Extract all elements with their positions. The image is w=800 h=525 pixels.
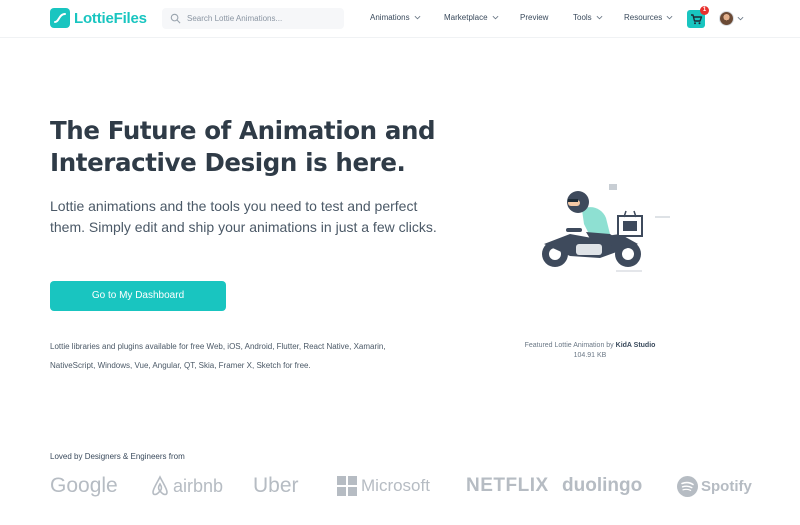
featured-animation-motorcycle-illustration[interactable] [530, 178, 680, 278]
chevron-down-icon [596, 15, 603, 20]
menu-label: Animations [370, 13, 410, 22]
hero-title-line-2: Interactive Design is here. [50, 148, 406, 177]
uber-logo: Uber [253, 474, 299, 498]
airbnb-logo: airbnb [150, 474, 223, 498]
netflix-logo: NETFLIX [466, 474, 549, 498]
google-logo: Google [50, 474, 118, 498]
search-bar[interactable] [162, 8, 344, 29]
search-input[interactable] [187, 14, 337, 23]
featured-file-size: 104.91 KB [573, 352, 607, 359]
menu-resources[interactable]: Resources [624, 13, 673, 22]
lottiefiles-logo-icon [50, 8, 70, 28]
menu-label: Tools [573, 13, 592, 22]
chevron-down-icon [492, 15, 499, 20]
menu-label: Preview [520, 13, 549, 22]
microsoft-logo: Microsoft [337, 474, 430, 498]
menu-tools[interactable]: Tools [573, 13, 603, 22]
dashboard-button[interactable]: Go to My Dashboard [50, 281, 226, 311]
menu-marketplace[interactable]: Marketplace [444, 13, 499, 22]
airbnb-logo-text: airbnb [173, 475, 224, 496]
lottiefiles-logo[interactable]: LottieFiles [50, 8, 147, 28]
menu-preview[interactable]: Preview [520, 13, 548, 22]
logo-text: LottieFiles [74, 9, 147, 27]
spotify-mark-icon [677, 475, 698, 497]
netflix-logo-text: NETFLIX [466, 475, 549, 496]
search-icon [170, 13, 181, 24]
hero-title: The Future of Animation and Interactive … [50, 115, 450, 179]
menu-animations[interactable]: Animations [370, 13, 421, 22]
google-logo-text: Google [50, 474, 118, 497]
menu-label: Resources [624, 13, 663, 22]
hero-title-line-1: The Future of Animation and [50, 116, 436, 145]
microsoft-logo-text: Microsoft [361, 476, 430, 495]
featured-caption: Featured Lottie Animation by KidA Studio… [490, 341, 690, 361]
spotify-logo: Spotify [677, 474, 752, 498]
chevron-down-icon[interactable] [737, 16, 744, 21]
chevron-down-icon [666, 15, 673, 20]
featured-author-link[interactable]: KidA Studio [616, 342, 656, 349]
menu-label: Marketplace [444, 13, 488, 22]
microsoft-mark-icon [337, 476, 357, 496]
airbnb-mark-icon [152, 475, 168, 496]
uber-logo-text: Uber [253, 474, 299, 497]
duolingo-logo-text: duolingo [562, 475, 643, 496]
top-navigation: LottieFiles Animations Marketplace Previ… [0, 0, 800, 38]
loved-by-heading: Loved by Designers & Engineers from [50, 452, 185, 461]
platforms-text: Lottie libraries and plugins available f… [50, 342, 386, 370]
hero-subtitle: Lottie animations and the tools you need… [50, 198, 437, 235]
avatar[interactable] [719, 11, 734, 26]
cart-count-badge: 1 [700, 6, 709, 15]
chevron-down-icon [414, 15, 421, 20]
spotify-logo-text: Spotify [701, 477, 752, 495]
featured-caption-prefix: Featured Lottie Animation by [524, 342, 614, 349]
duolingo-logo: duolingo [562, 474, 642, 498]
